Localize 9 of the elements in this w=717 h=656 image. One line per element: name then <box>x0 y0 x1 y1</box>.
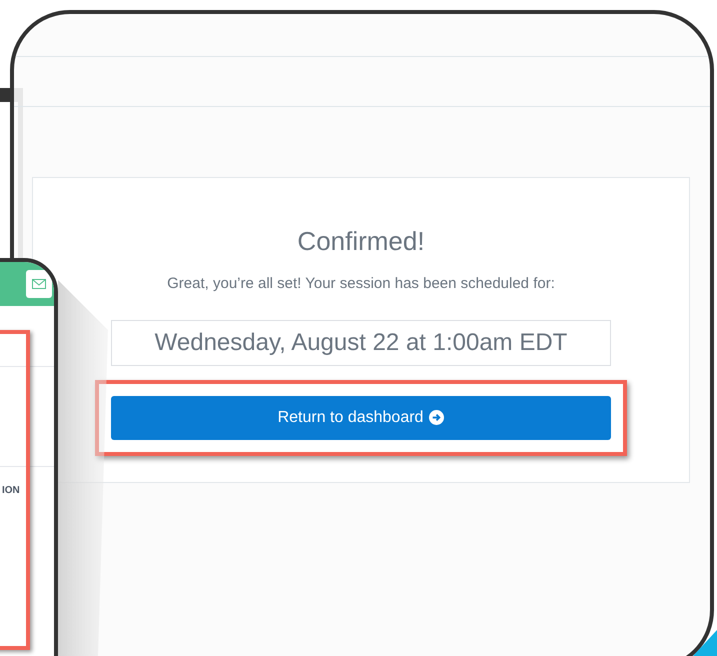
arrow-circle-icon <box>429 410 444 425</box>
confirmation-title: Confirmed! <box>297 225 425 258</box>
mail-button[interactable] <box>26 270 52 298</box>
corner-triangle <box>693 630 717 656</box>
column-heading: ION <box>2 485 20 496</box>
confirmation-message: Great, you’re all set! Your session has been scheduled for: <box>167 274 555 294</box>
envelope-icon <box>32 279 46 289</box>
return-to-dashboard-button[interactable]: Return to dashboard <box>111 396 611 440</box>
scheduled-time-field: Wednesday, August 22 at 1:00am EDT <box>111 320 611 366</box>
